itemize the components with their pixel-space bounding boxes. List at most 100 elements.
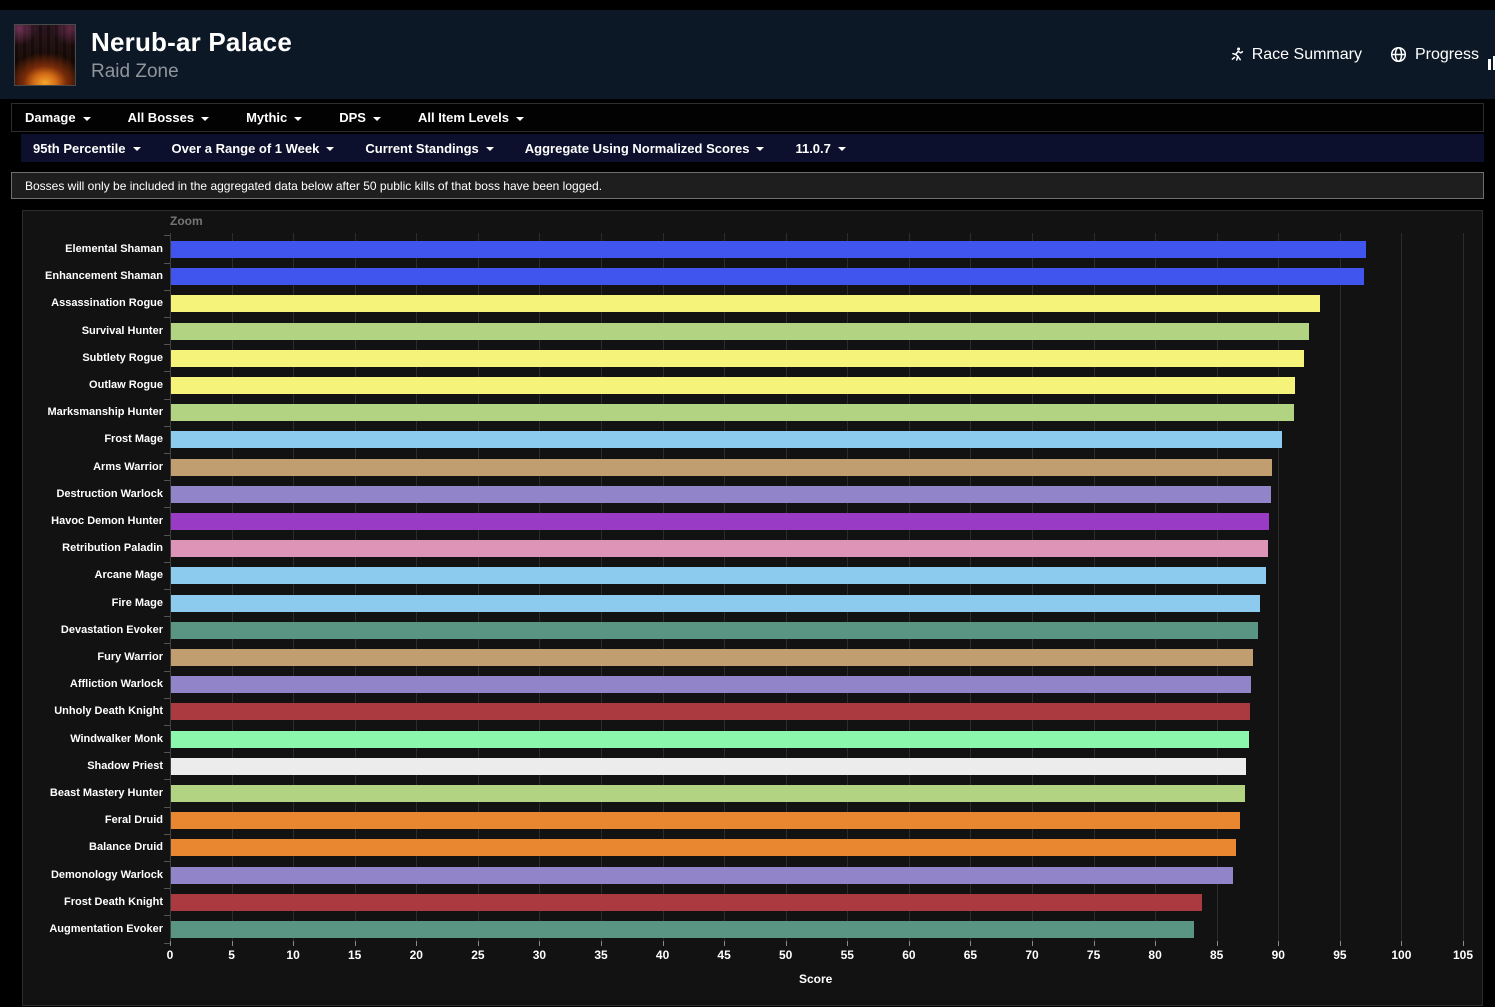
bar-havoc-demon-hunter[interactable] — [171, 513, 1270, 530]
y-axis-tick — [164, 317, 170, 318]
filter-all-item-levels[interactable]: All Item Levels — [417, 110, 525, 125]
bar-fire-mage[interactable] — [171, 594, 1260, 612]
y-axis-tick — [164, 235, 170, 237]
chevron-down-icon — [837, 147, 846, 151]
bar-subtlety-rogue[interactable] — [171, 349, 1304, 367]
bar-enhancement-shaman[interactable] — [171, 268, 1365, 286]
bar-retribution-paladin[interactable] — [171, 540, 1269, 558]
bar-destruction-warlock[interactable] — [171, 485, 1271, 503]
x-axis-tickmark — [1093, 941, 1095, 946]
bar-shadow-priest[interactable] — [171, 757, 1246, 775]
filter-damage[interactable]: Damage — [25, 110, 91, 125]
dropdown-label: All Item Levels — [417, 110, 510, 125]
y-axis-tick — [164, 425, 170, 427]
x-axis-tick-label: 10 — [286, 948, 300, 962]
ylabel-frost-death-knight: Frost Death Knight — [64, 895, 163, 908]
bar-arms-warrior[interactable] — [171, 458, 1272, 476]
bar-augmentation-evoker[interactable] — [171, 921, 1195, 938]
bar-survival-hunter[interactable] — [171, 322, 1309, 340]
bar-unholy-death-knight[interactable] — [171, 703, 1250, 721]
x-axis-tick-label: 40 — [655, 948, 670, 962]
bar-arcane-mage[interactable] — [171, 567, 1266, 585]
bar-feral-druid[interactable] — [171, 812, 1240, 830]
x-axis-tick-label: 20 — [409, 948, 423, 962]
filter-95th-percentile[interactable]: 95th Percentile — [33, 141, 141, 156]
x-axis-tickmark — [785, 941, 787, 946]
ylabel-havoc-demon-hunter: Havoc Demon Hunter — [51, 515, 163, 527]
x-axis-tickmark — [1032, 941, 1033, 946]
bar-affliction-warlock[interactable] — [171, 676, 1251, 694]
x-axis-tick-label: 85 — [1210, 948, 1224, 962]
ylabel-retribution-paladin: Retribution Paladin — [62, 542, 163, 555]
x-axis-tickmark — [908, 941, 910, 946]
x-axis-tickmark — [170, 941, 171, 946]
ylabel-arcane-mage: Arcane Mage — [94, 569, 163, 582]
y-axis-tick — [164, 589, 170, 590]
x-axis-tick-label: 65 — [963, 948, 978, 962]
chevron-down-icon — [82, 116, 91, 121]
filter-over-a-range-of-1-week[interactable]: Over a Range of 1 Week — [172, 141, 335, 156]
bar-outlaw-rogue[interactable] — [171, 377, 1296, 394]
header-links: Race Summary Progress — [1229, 46, 1495, 64]
bar-elemental-shaman[interactable] — [171, 241, 1366, 258]
dropdown-label: 11.0.7 — [795, 140, 831, 156]
bar-demonology-warlock[interactable] — [171, 866, 1233, 884]
x-axis-tickmark — [724, 941, 726, 946]
y-axis-tick — [164, 534, 170, 536]
ylabel-windwalker-monk: Windwalker Monk — [70, 732, 163, 745]
dropdown-label: Over a Range of 1 Week — [171, 140, 320, 156]
chevron-down-icon — [485, 147, 494, 151]
primary-filter-toolbar: Damage All Bosses Mythic DPS All Item Levels — [11, 103, 1484, 132]
y-axis-tick — [164, 344, 170, 346]
runner-icon — [1229, 46, 1244, 63]
filter-dps[interactable]: DPS — [339, 110, 381, 125]
bar-marksmanship-hunter[interactable] — [171, 404, 1295, 422]
y-axis-tick — [164, 643, 170, 645]
title-block: Nerub-ar Palace Raid Zone — [91, 27, 292, 83]
x-axis-tickmark — [1278, 941, 1280, 946]
dropdown-label: Mythic — [246, 110, 288, 125]
progress-link[interactable]: Progress — [1390, 46, 1479, 64]
y-axis-tick — [164, 725, 170, 726]
ylabel-fury-warrior: Fury Warrior — [97, 651, 163, 663]
dropdown-label: DPS — [339, 110, 366, 125]
x-axis-tick-label: 5 — [228, 948, 235, 962]
filter-mythic[interactable]: Mythic — [246, 110, 303, 125]
ylabel-unholy-death-knight: Unholy Death Knight — [54, 705, 163, 718]
bar-fury-warrior[interactable] — [171, 649, 1254, 666]
x-axis-tickmark — [416, 941, 418, 946]
bar-frost-mage[interactable] — [171, 431, 1282, 449]
secondary-filter-toolbar: 95th Percentile Over a Range of 1 Week Cur… — [21, 134, 1484, 162]
globe-icon — [1390, 46, 1407, 63]
y-axis-tick — [164, 371, 170, 373]
ylabel-devastation-evoker: Devastation Evoker — [60, 623, 163, 636]
bar-balance-druid[interactable] — [171, 839, 1237, 857]
x-axis-tick-label: 35 — [594, 948, 608, 962]
gridline — [1401, 233, 1403, 941]
bar-windwalker-monk[interactable] — [171, 730, 1249, 748]
ylabel-shadow-priest: Shadow Priest — [87, 759, 163, 772]
filter-all-bosses[interactable]: All Bosses — [128, 110, 210, 125]
bar-assassination-rogue[interactable] — [171, 295, 1320, 313]
y-axis-tick — [164, 507, 170, 509]
x-axis-tickmark — [1339, 941, 1341, 946]
x-axis-tick-label: 50 — [779, 948, 793, 962]
chevron-down-icon — [294, 116, 303, 121]
bar-devastation-evoker[interactable] — [171, 621, 1259, 639]
y-axis-tick — [164, 480, 170, 482]
chevron-down-icon — [132, 147, 141, 151]
ylabel-fire-mage: Fire Mage — [111, 596, 163, 609]
ylabel-demonology-warlock: Demonology Warlock — [50, 868, 163, 881]
filter-11-0-7[interactable]: 11.0.7 — [795, 140, 846, 156]
page-subtitle: Raid Zone — [91, 60, 179, 82]
x-axis-tickmark — [477, 941, 479, 946]
filter-aggregate-using-normalized-scores[interactable]: Aggregate Using Normalized Scores — [525, 141, 765, 156]
ylabel-subtlety-rogue: Subtlety Rogue — [82, 351, 163, 364]
filter-current-standings[interactable]: Current Standings — [365, 141, 494, 156]
race-summary-link[interactable]: Race Summary — [1229, 46, 1362, 64]
clipped-chart-icon[interactable] — [1488, 54, 1495, 70]
chevron-down-icon — [372, 116, 381, 121]
bar-frost-death-knight[interactable] — [171, 893, 1202, 911]
page-title: Nerub-ar Palace — [91, 26, 292, 57]
bar-beast-mastery-hunter[interactable] — [171, 785, 1245, 802]
